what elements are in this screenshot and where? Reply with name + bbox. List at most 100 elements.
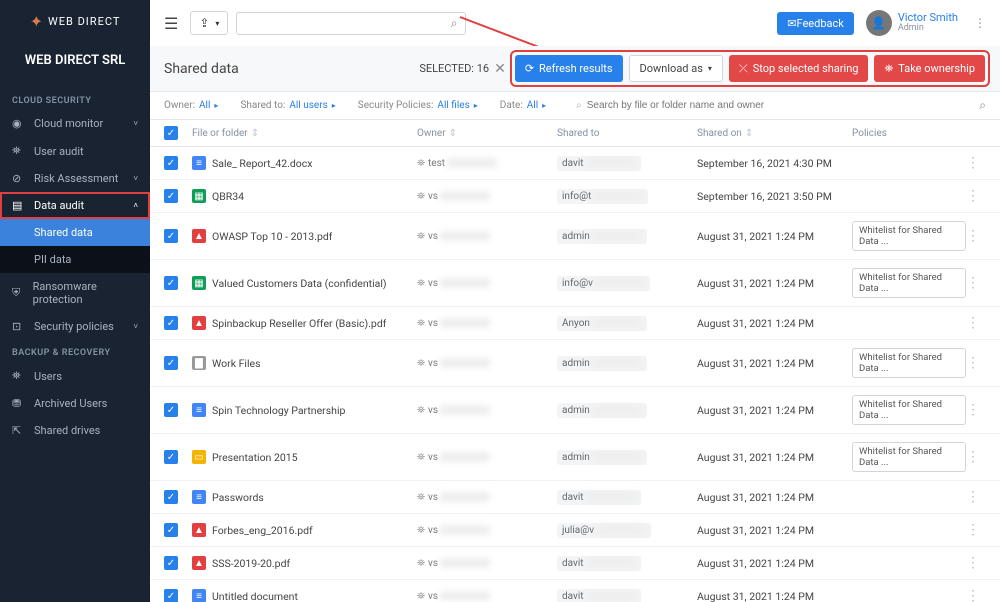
search-input[interactable] (245, 17, 450, 29)
shared-on: August 31, 2021 1:24 PM (697, 524, 852, 537)
row-more-icon[interactable]: ⋮ (966, 275, 980, 291)
row-checkbox[interactable]: ✓ (164, 450, 178, 464)
col-shared[interactable]: Shared to (557, 128, 697, 139)
sidebar-item-pii-data[interactable]: PII data (0, 246, 150, 273)
col-file[interactable]: File or folder⇕ (192, 128, 417, 139)
row-more-icon[interactable]: ⋮ (966, 449, 980, 465)
filter-search[interactable]: ⌕ (576, 100, 979, 111)
row-more-icon[interactable]: ⋮ (966, 402, 980, 418)
select-all-checkbox[interactable]: ✓ (164, 126, 178, 140)
row-checkbox[interactable]: ✓ (164, 589, 178, 602)
policy-chip[interactable]: Whitelist for Shared Data ... (852, 221, 966, 251)
shared-chip: davit (557, 589, 641, 602)
top-more-icon[interactable]: ⋮ (974, 16, 986, 30)
row-checkbox[interactable]: ✓ (164, 156, 178, 170)
row-more-icon[interactable]: ⋮ (966, 188, 980, 204)
table-row[interactable]: ✓ ▦Valued Customers Data (confidential) … (150, 260, 1000, 307)
stop-sharing-button[interactable]: ⤫Stop selected sharing (729, 55, 869, 82)
row-more-icon[interactable]: ⋮ (966, 228, 980, 244)
row-checkbox[interactable]: ✓ (164, 490, 178, 504)
col-sharedon[interactable]: Shared on⇕ (697, 128, 852, 139)
file-name: Forbes_eng_2016.pdf (212, 524, 313, 537)
sidebar-item-risk-assessment[interactable]: ⊘Risk Assessment˅ (0, 165, 150, 192)
shared-chip: info@v (557, 276, 650, 291)
take-ownership-button[interactable]: ⛯Take ownership (874, 55, 985, 82)
chevron-down-icon: ▾ (215, 19, 219, 28)
shared-on: August 31, 2021 1:24 PM (697, 491, 852, 504)
table-row[interactable]: ✓ ≡Spin Technology Partnership ⛯vs admin… (150, 387, 1000, 434)
menu-icon: ⛨ (12, 286, 25, 300)
table-row[interactable]: ✓ ▦QBR34 ⛯vs info@t September 16, 2021 3… (150, 180, 1000, 213)
user-icon: ⛯ (417, 358, 425, 369)
table-row[interactable]: ✓ ≡Untitled document ⛯vs davit August 31… (150, 580, 1000, 602)
user-icon: ⛯ (417, 231, 425, 242)
download-button[interactable]: Download as▾ (629, 55, 723, 82)
row-checkbox[interactable]: ✓ (164, 403, 178, 417)
file-type-icon: ≡ (192, 156, 206, 170)
global-search[interactable]: ⌕ (236, 12, 466, 35)
sidebar-item-archived-users[interactable]: ⛃Archived Users (0, 390, 150, 417)
table-row[interactable]: ✓ ▲OWASP Top 10 - 2013.pdf ⛯vs admin Aug… (150, 213, 1000, 260)
sidebar-item-shared-drives[interactable]: ⇱Shared drives (0, 417, 150, 444)
row-checkbox[interactable]: ✓ (164, 356, 178, 370)
table-row[interactable]: ✓ ≡Passwords ⛯vs davit August 31, 2021 1… (150, 481, 1000, 514)
file-name: Untitled document (212, 590, 298, 602)
sidebar-item-security-policies[interactable]: ⊡Security policies˅ (0, 313, 150, 340)
table-row[interactable]: ✓ ▭Presentation 2015 ⛯vs admin August 31… (150, 434, 1000, 481)
sidebar-item-cloud-monitor[interactable]: ◉Cloud monitor˅ (0, 110, 150, 137)
row-checkbox[interactable]: ✓ (164, 276, 178, 290)
shared-chip: admin (557, 356, 647, 371)
row-checkbox[interactable]: ✓ (164, 229, 178, 243)
col-owner[interactable]: Owner⇕ (417, 128, 557, 139)
row-checkbox[interactable]: ✓ (164, 523, 178, 537)
share-dropdown[interactable]: ⇪ ▾ (190, 11, 228, 35)
filter-owner[interactable]: Owner:All▸ (164, 100, 218, 111)
table-row[interactable]: ✓ ▲SSS-2019-20.pdf ⛯vs davit August 31, … (150, 547, 1000, 580)
filter-shared[interactable]: Shared to:All users▸ (240, 100, 335, 111)
policy-chip[interactable]: Whitelist for Shared Data ... (852, 348, 966, 378)
file-type-icon: ▲ (192, 229, 206, 243)
row-more-icon[interactable]: ⋮ (966, 355, 980, 371)
row-more-icon[interactable]: ⋮ (966, 522, 980, 538)
row-more-icon[interactable]: ⋮ (966, 489, 980, 505)
sidebar-item-shared-data[interactable]: Shared data (0, 219, 150, 246)
user-icon: ⛯ (417, 591, 425, 602)
sidebar-item-data-audit[interactable]: ▤Data audit˄ (0, 192, 150, 219)
row-checkbox[interactable]: ✓ (164, 189, 178, 203)
row-more-icon[interactable]: ⋮ (966, 555, 980, 571)
table-row[interactable]: ✓ ▇Work Files ⛯vs admin August 31, 2021 … (150, 340, 1000, 387)
shared-chip: davit (557, 156, 641, 171)
sidebar-item-ransomware-protection[interactable]: ⛨Ransomware protection (0, 273, 150, 313)
policy-chip[interactable]: Whitelist for Shared Data ... (852, 395, 966, 425)
table-row[interactable]: ✓ ≡Sale_ Report_42.docx ⛯test davit Sept… (150, 147, 1000, 180)
sidebar-item-users[interactable]: ⛯Users (0, 362, 150, 390)
policy-chip[interactable]: Whitelist for Shared Data ... (852, 442, 966, 472)
policy-chip[interactable]: Whitelist for Shared Data ... (852, 268, 966, 298)
table-row[interactable]: ✓ ▲Forbes_eng_2016.pdf ⛯vs julia@v Augus… (150, 514, 1000, 547)
menu-toggle-icon[interactable]: ☰ (164, 14, 178, 33)
row-more-icon[interactable]: ⋮ (966, 155, 980, 171)
row-more-icon[interactable]: ⋮ (966, 315, 980, 331)
close-icon[interactable]: ✕ (494, 61, 506, 77)
row-more-icon[interactable]: ⋮ (966, 588, 980, 602)
row-checkbox[interactable]: ✓ (164, 556, 178, 570)
user-menu[interactable]: 👤 Victor Smith Admin (866, 10, 958, 36)
owner-chip: ⛯vs (417, 452, 490, 463)
row-checkbox[interactable]: ✓ (164, 316, 178, 330)
filter-date[interactable]: Date:All▸ (500, 100, 546, 111)
table-row[interactable]: ✓ ▲Spinbackup Reseller Offer (Basic).pdf… (150, 307, 1000, 340)
feedback-button[interactable]: ✉ Feedback (777, 12, 854, 35)
shared-chip: Anyon (557, 316, 647, 331)
logo-text: WEB DIRECT (48, 15, 120, 28)
search-icon[interactable]: ⌕ (979, 98, 986, 113)
logo: ✦WEB DIRECT (0, 0, 150, 45)
filter-policies[interactable]: Security Policies:All files▸ (358, 100, 478, 111)
filter-search-input[interactable] (587, 100, 980, 111)
file-type-icon: ▲ (192, 523, 206, 537)
sidebar-item-user-audit[interactable]: ⛯User audit (0, 137, 150, 165)
col-policies[interactable]: Policies (852, 128, 966, 139)
shared-on: September 16, 2021 4:30 PM (697, 157, 852, 170)
refresh-button[interactable]: ⟳Refresh results (515, 55, 623, 82)
chevron-icon: ˅ (133, 174, 138, 183)
chevron-icon: ˅ (133, 322, 138, 331)
